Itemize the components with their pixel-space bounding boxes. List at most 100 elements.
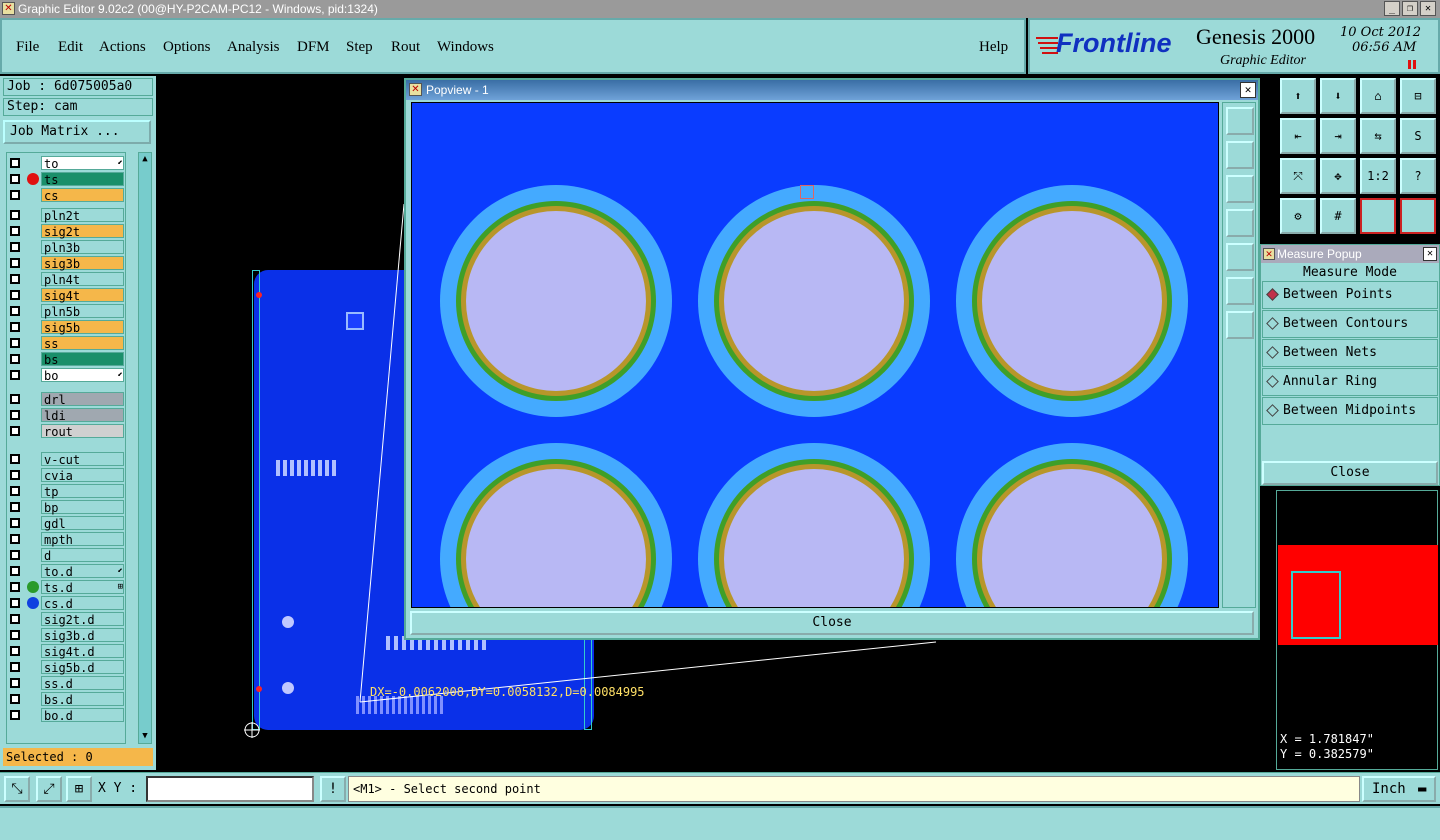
layer-row-drl[interactable]: drl — [7, 392, 125, 407]
layer-checkbox[interactable] — [10, 426, 20, 436]
layer-row-bo.d[interactable]: bo.d — [7, 708, 125, 723]
option-between-nets[interactable]: Between Nets — [1262, 339, 1438, 367]
window-split-icon[interactable]: ⊟ — [1400, 78, 1436, 114]
measure-close-button[interactable]: Close — [1262, 461, 1438, 485]
layer-row-pln5b[interactable]: pln5b — [7, 304, 125, 319]
help-icon[interactable]: ? — [1400, 158, 1436, 194]
layer-row-sig4t.d[interactable]: sig4t.d — [7, 644, 125, 659]
menu-rout[interactable]: Rout — [391, 39, 420, 56]
layer-checkbox[interactable] — [10, 454, 20, 464]
fit-all-icon[interactable]: ⤧ — [1280, 158, 1316, 194]
pan-left-icon[interactable] — [1226, 209, 1254, 237]
zoom-center-icon[interactable] — [1226, 311, 1254, 339]
layer-row-mpth[interactable]: mpth — [7, 532, 125, 547]
layer-row-ts[interactable]: ts — [7, 172, 125, 187]
pan-up-icon[interactable] — [1226, 141, 1254, 169]
s-curve-icon[interactable]: S — [1400, 118, 1436, 154]
option-annular-ring[interactable]: Annular Ring — [1262, 368, 1438, 396]
zoom-box-icon[interactable] — [1226, 107, 1254, 135]
layer-checkbox[interactable] — [10, 486, 20, 496]
minimize-button[interactable]: _ — [1384, 1, 1400, 16]
layer-row-sig2t.d[interactable]: sig2t.d — [7, 612, 125, 627]
option-between-contours[interactable]: Between Contours — [1262, 310, 1438, 338]
layer-row-sig3b.d[interactable]: sig3b.d — [7, 628, 125, 643]
unit-select[interactable]: Inch ▬ — [1362, 776, 1436, 802]
layer-row-pln4t[interactable]: pln4t — [7, 272, 125, 287]
layer-checkbox[interactable] — [10, 354, 20, 364]
layer-checkbox[interactable] — [10, 678, 20, 688]
layer-checkbox[interactable] — [10, 174, 20, 184]
layer-checkbox[interactable] — [10, 274, 20, 284]
layer-row-ss[interactable]: ss — [7, 336, 125, 351]
zoom-fit-icon[interactable] — [1226, 277, 1254, 305]
pan-down-icon[interactable] — [1226, 175, 1254, 203]
layer-checkbox[interactable] — [10, 242, 20, 252]
menu-file[interactable]: File — [16, 39, 39, 56]
exclamation-button[interactable]: ! — [320, 776, 346, 802]
layer-row-cs[interactable]: cs — [7, 188, 125, 203]
zoom-in-icon[interactable]: ⤡ — [4, 776, 30, 802]
layer-checkbox[interactable] — [10, 534, 20, 544]
popview-close-x[interactable]: ✕ — [1240, 82, 1256, 98]
layer-checkbox[interactable] — [10, 470, 20, 480]
menu-step[interactable]: Step — [346, 39, 373, 56]
overview-panel[interactable] — [1276, 490, 1438, 770]
menu-analysis[interactable]: Analysis — [227, 39, 280, 56]
layer-checkbox[interactable] — [10, 158, 20, 168]
option-between-midpoints[interactable]: Between Midpoints — [1262, 397, 1438, 425]
layer-checkbox[interactable] — [10, 210, 20, 220]
layer-checkbox[interactable] — [10, 338, 20, 348]
layer-checkbox[interactable] — [10, 614, 20, 624]
layer-checkbox[interactable] — [10, 598, 20, 608]
layer-checkbox[interactable] — [10, 410, 20, 420]
menu-help[interactable]: Help — [979, 39, 1008, 56]
layer-row-pln2t[interactable]: pln2t — [7, 208, 125, 223]
layer-row-bs.d[interactable]: bs.d — [7, 692, 125, 707]
layer-checkbox[interactable] — [10, 226, 20, 236]
board-red2-icon[interactable] — [1400, 198, 1436, 234]
popview-canvas[interactable] — [411, 102, 1219, 608]
layer-row-ss.d[interactable]: ss.d — [7, 676, 125, 691]
restore-button[interactable]: ❐ — [1402, 1, 1418, 16]
scroll-down-icon[interactable]: ▼ — [139, 730, 151, 742]
layer-row-sig5b[interactable]: sig5b — [7, 320, 125, 335]
xy-input[interactable] — [146, 776, 314, 802]
layer-row-sig5b.d[interactable]: sig5b.d — [7, 660, 125, 675]
menu-options[interactable]: Options — [163, 39, 211, 56]
layer-checkbox[interactable] — [10, 258, 20, 268]
layer-row-bs[interactable]: bs — [7, 352, 125, 367]
arrow-right-icon[interactable]: ⇥ — [1320, 118, 1356, 154]
layer-row-v-cut[interactable]: v-cut — [7, 452, 125, 467]
job-matrix-button[interactable]: Job Matrix ... — [3, 120, 151, 144]
layer-checkbox[interactable] — [10, 662, 20, 672]
layer-row-bo[interactable]: bo ⬋ — [7, 368, 125, 383]
ratio-button[interactable]: 1:2 — [1360, 158, 1396, 194]
measure-popup-close-x[interactable]: ✕ — [1423, 247, 1437, 261]
pan-right-icon[interactable] — [1226, 243, 1254, 271]
layer-checkbox[interactable] — [10, 550, 20, 560]
tools-icon[interactable]: ⚙ — [1280, 198, 1316, 234]
layer-checkbox[interactable] — [10, 190, 20, 200]
layer-scrollbar[interactable]: ▲ ▼ — [138, 152, 152, 744]
menu-dfm[interactable]: DFM — [297, 39, 330, 56]
grid-icon[interactable]: # — [1320, 198, 1356, 234]
layer-row-ldi[interactable]: ldi — [7, 408, 125, 423]
house-icon[interactable]: ⌂ — [1360, 78, 1396, 114]
layer-checkbox[interactable] — [10, 290, 20, 300]
layer-checkbox[interactable] — [10, 306, 20, 316]
board-red-icon[interactable] — [1360, 198, 1396, 234]
close-window-button[interactable]: ✕ — [1420, 1, 1436, 16]
center-icon[interactable]: ✥ — [1320, 158, 1356, 194]
layer-row-rout[interactable]: rout — [7, 424, 125, 439]
layer-row-sig4t[interactable]: sig4t — [7, 288, 125, 303]
popview-close-button[interactable]: Close — [410, 611, 1254, 635]
layer-checkbox[interactable] — [10, 710, 20, 720]
layer-row-bp[interactable]: bp — [7, 500, 125, 515]
layer-row-d[interactable]: d — [7, 548, 125, 563]
layer-row-tp[interactable]: tp — [7, 484, 125, 499]
layer-checkbox[interactable] — [10, 566, 20, 576]
layer-row-sig3b[interactable]: sig3b — [7, 256, 125, 271]
layer-checkbox[interactable] — [10, 370, 20, 380]
layer-row-sig2t[interactable]: sig2t — [7, 224, 125, 239]
zoom-out-icon[interactable]: ⤢ — [36, 776, 62, 802]
